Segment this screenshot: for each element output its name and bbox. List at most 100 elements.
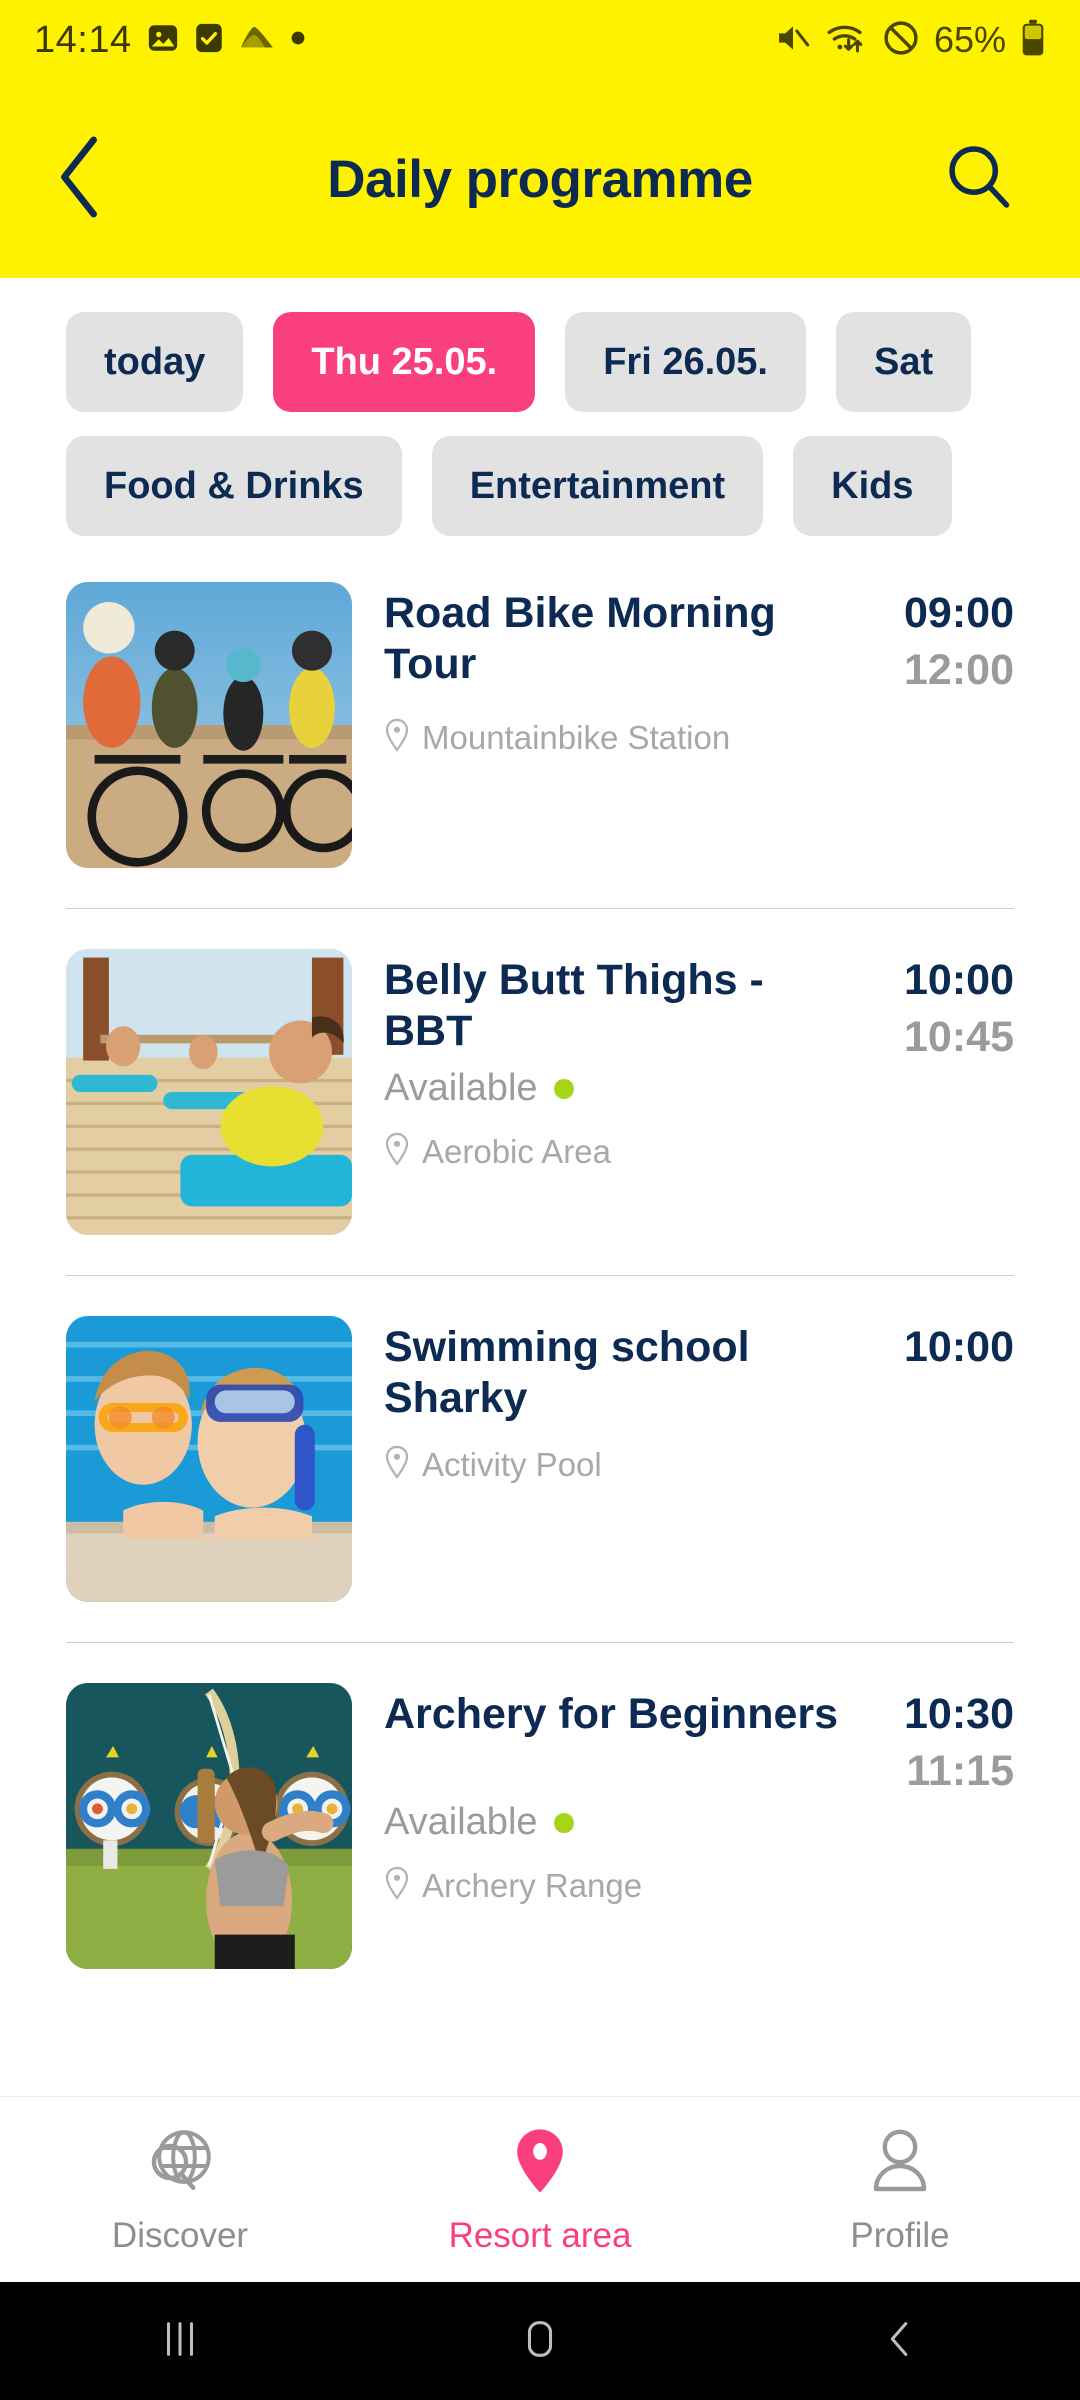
wifi-transfer-icon bbox=[826, 20, 868, 61]
event-availability: Available bbox=[384, 1067, 1014, 1110]
nav-label-resort-area: Resort area bbox=[448, 2216, 632, 2255]
globe-search-icon bbox=[142, 2123, 218, 2204]
location-pin-icon bbox=[384, 1445, 410, 1484]
date-chip-sat[interactable]: Sat bbox=[835, 312, 972, 412]
event-availability: Available bbox=[384, 1801, 1014, 1844]
event-end-time: 11:15 bbox=[906, 1746, 1014, 1795]
checkbox-icon bbox=[194, 21, 224, 60]
back-icon bbox=[877, 2316, 923, 2367]
battery-percent: 65% bbox=[933, 19, 1006, 60]
status-time: 14:14 bbox=[34, 18, 132, 61]
date-chip-today[interactable]: today bbox=[66, 312, 244, 412]
event-details: Road Bike Morning Tour 09:00 12:00 Mount… bbox=[352, 582, 1014, 868]
event-location: Activity Pool bbox=[384, 1445, 1014, 1484]
list-item[interactable]: Road Bike Morning Tour 09:00 12:00 Mount… bbox=[0, 582, 1080, 868]
home-icon bbox=[517, 2316, 563, 2367]
back-button[interactable] bbox=[20, 134, 140, 225]
list-item[interactable]: Archery for Beginners 10:30 11:15 Availa… bbox=[0, 1683, 1080, 1969]
search-button[interactable] bbox=[924, 141, 1034, 218]
date-chip-fri[interactable]: Fri 26.05. bbox=[565, 312, 806, 412]
availability-text: Available bbox=[384, 1801, 538, 1844]
availability-dot-icon bbox=[553, 1078, 574, 1099]
event-location-text: Aerobic Area bbox=[422, 1132, 611, 1170]
event-header: Road Bike Morning Tour 09:00 12:00 bbox=[384, 588, 1014, 696]
event-title: Archery for Beginners bbox=[384, 1690, 839, 1738]
archery-photo bbox=[66, 1683, 352, 1969]
event-start-time: 10:00 bbox=[904, 1323, 1014, 1371]
cyclists-photo bbox=[66, 582, 352, 868]
category-chip-entertainment[interactable]: Entertainment bbox=[431, 436, 764, 536]
event-end-time: 10:45 bbox=[904, 1012, 1014, 1061]
event-thumbnail bbox=[66, 1683, 352, 1969]
event-times: 10:00 10:45 bbox=[866, 955, 1014, 1063]
back-chevron-icon bbox=[52, 134, 108, 225]
event-header: Swimming school Sharky 10:00 bbox=[384, 1322, 1014, 1423]
battery-icon bbox=[1020, 19, 1046, 62]
event-details: Swimming school Sharky 10:00 Activity Po… bbox=[352, 1316, 1014, 1602]
app-screen: 14:14 65% Daily programme today Thu 25.0… bbox=[0, 0, 1080, 2400]
home-button[interactable] bbox=[360, 2316, 720, 2367]
cloud-icon bbox=[238, 23, 276, 58]
recents-button[interactable] bbox=[0, 2316, 360, 2367]
event-times: 10:00 bbox=[866, 1322, 1014, 1373]
map-pin-icon bbox=[502, 2123, 578, 2204]
mute-icon bbox=[774, 21, 812, 60]
page-title: Daily programme bbox=[327, 149, 753, 209]
availability-text: Available bbox=[384, 1067, 538, 1110]
event-header: Archery for Beginners 10:30 11:15 bbox=[384, 1689, 1014, 1797]
nav-item-discover[interactable]: Discover bbox=[0, 2123, 360, 2256]
list-item[interactable]: Swimming school Sharky 10:00 Activity Po… bbox=[0, 1316, 1080, 1602]
list-divider bbox=[66, 908, 1014, 909]
availability-dot-icon bbox=[553, 1812, 574, 1833]
gallery-icon bbox=[146, 21, 180, 60]
list-item[interactable]: Belly Butt Thighs - BBT 10:00 10:45 Avai… bbox=[0, 949, 1080, 1235]
event-start-time: 10:00 bbox=[904, 956, 1014, 1004]
category-chip-kids[interactable]: Kids bbox=[793, 436, 952, 536]
do-not-disturb-icon bbox=[882, 19, 920, 62]
nav-label-discover: Discover bbox=[111, 2216, 249, 2255]
event-title: Belly Butt Thighs - BBT bbox=[384, 956, 764, 1055]
event-thumbnail bbox=[66, 1316, 352, 1602]
kids-pool-photo bbox=[66, 1316, 352, 1602]
event-location: Mountainbike Station bbox=[384, 718, 1014, 757]
nav-label-profile: Profile bbox=[850, 2216, 950, 2255]
event-times: 09:00 12:00 bbox=[866, 588, 1014, 696]
android-navigation-bar bbox=[0, 2282, 1080, 2400]
status-bar-left: 14:14 bbox=[34, 19, 306, 62]
dot-icon bbox=[290, 30, 306, 51]
event-title: Road Bike Morning Tour bbox=[384, 589, 776, 688]
back-button-system[interactable] bbox=[720, 2316, 1080, 2367]
bottom-navigation: Discover Resort area Profile bbox=[0, 2096, 1080, 2282]
event-location-text: Archery Range bbox=[422, 1866, 643, 1904]
location-pin-icon bbox=[384, 1866, 410, 1905]
event-location-text: Mountainbike Station bbox=[422, 718, 731, 756]
person-icon bbox=[862, 2123, 938, 2204]
event-location: Archery Range bbox=[384, 1866, 1014, 1905]
app-bar: Daily programme bbox=[0, 80, 1080, 278]
event-thumbnail bbox=[66, 582, 352, 868]
list-divider bbox=[66, 1642, 1014, 1643]
event-end-time: 12:00 bbox=[904, 645, 1014, 694]
event-location: Aerobic Area bbox=[384, 1132, 1014, 1171]
nav-item-profile[interactable]: Profile bbox=[720, 2123, 1080, 2256]
location-pin-icon bbox=[384, 1132, 410, 1171]
recents-icon bbox=[157, 2316, 203, 2367]
status-bar-right: 65% bbox=[774, 19, 1046, 62]
category-filter-row[interactable]: Food & Drinks Entertainment Kids bbox=[0, 436, 1080, 536]
date-filter-row[interactable]: today Thu 25.05. Fri 26.05. Sat bbox=[0, 312, 1080, 412]
event-title: Swimming school Sharky bbox=[384, 1323, 750, 1422]
event-start-time: 09:00 bbox=[904, 589, 1014, 637]
category-chip-food-drinks[interactable]: Food & Drinks bbox=[66, 436, 402, 536]
event-details: Archery for Beginners 10:30 11:15 Availa… bbox=[352, 1683, 1014, 1969]
event-list: Road Bike Morning Tour 09:00 12:00 Mount… bbox=[0, 582, 1080, 2096]
date-chip-thu[interactable]: Thu 25.05. bbox=[273, 312, 536, 412]
status-bar: 14:14 65% bbox=[0, 0, 1080, 80]
event-thumbnail bbox=[66, 949, 352, 1235]
nav-item-resort-area[interactable]: Resort area bbox=[360, 2123, 720, 2256]
list-divider bbox=[66, 1275, 1014, 1276]
event-start-time: 10:30 bbox=[904, 1690, 1014, 1738]
search-icon bbox=[943, 141, 1015, 218]
event-location-text: Activity Pool bbox=[422, 1445, 602, 1483]
event-header: Belly Butt Thighs - BBT 10:00 10:45 bbox=[384, 955, 1014, 1063]
event-details: Belly Butt Thighs - BBT 10:00 10:45 Avai… bbox=[352, 949, 1014, 1235]
